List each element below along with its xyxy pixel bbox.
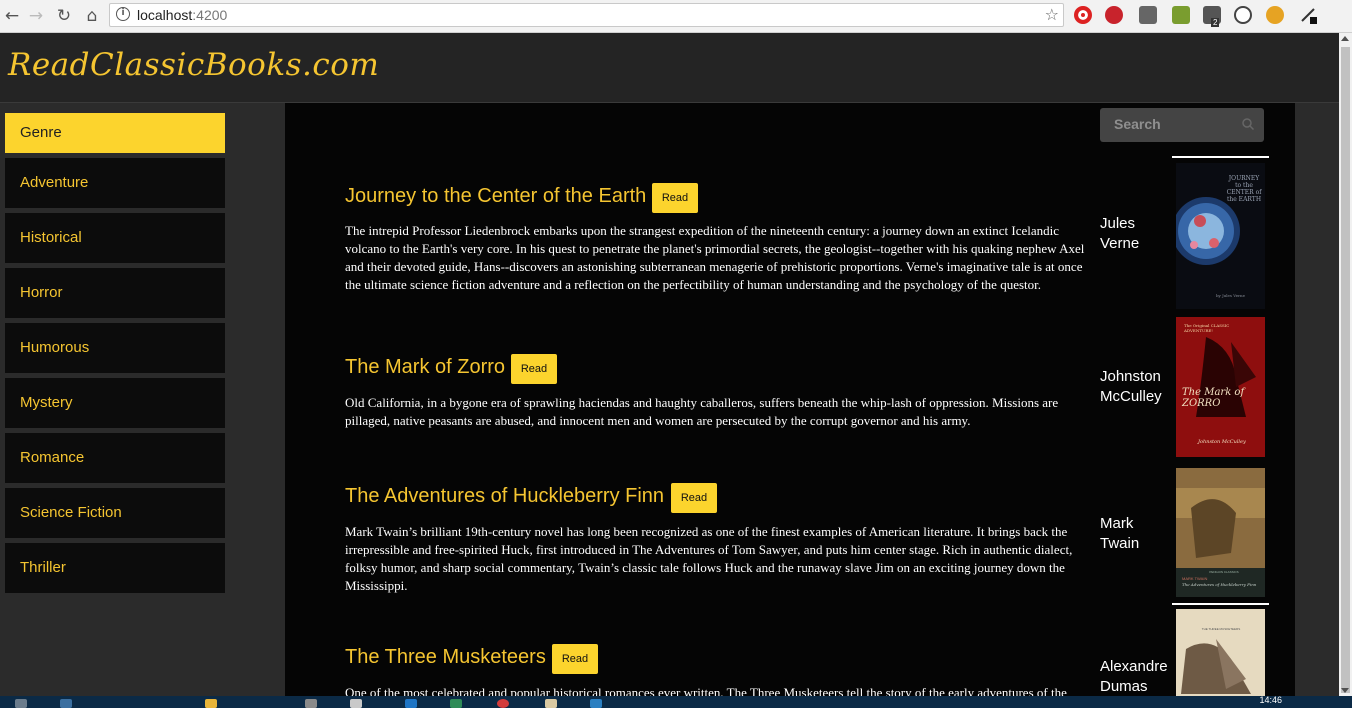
read-button[interactable]: Read [552,644,598,674]
cover-title-text: THE THREE MUSKETEERS [1201,627,1241,631]
info-icon[interactable]: i [116,7,130,21]
sidebar-item-thriller[interactable]: Thriller [5,543,225,593]
book-title[interactable]: The Three Musketeers [345,646,546,669]
scroll-up-icon[interactable] [1341,36,1349,41]
book-author: Alexandre Dumas [1100,658,1168,695]
taskbar-app-icon[interactable] [590,699,602,708]
pen-extension-icon[interactable] [1299,6,1317,24]
color-extension-icon[interactable] [1266,6,1284,24]
sidebar-item-science-fiction[interactable]: Science Fiction [5,488,225,538]
cover-author-text: Johnston McCulley [1198,439,1246,445]
sidebar-item-humorous[interactable]: Humorous [5,323,225,373]
book-description: Old California, in a bygone era of spraw… [345,395,1059,428]
book-description: Mark Twain’s brilliant 19th-century nove… [345,524,1073,593]
content-gutter-left [240,103,285,696]
cover-author-text: MARK TWAIN [1182,576,1208,581]
search-placeholder: Search [1114,116,1161,132]
shield-extension-icon[interactable] [1139,6,1157,24]
book-author: Johnston McCulley [1100,368,1162,405]
book-cover[interactable]: THE THREE MUSKETEERS [1176,609,1265,696]
taskbar-app-icon[interactable] [450,699,462,708]
home-icon[interactable]: ⌂ [80,4,104,28]
book-title[interactable]: Journey to the Center of the Earth [345,185,646,208]
search-input[interactable]: Search [1100,108,1264,142]
sidebar-item-historical[interactable]: Historical [5,213,225,263]
scrollbar-thumb[interactable] [1341,47,1350,693]
cover-title-text: The Mark of ZORRO [1182,387,1245,409]
content-gutter-right [1295,103,1339,696]
start-icon[interactable] [15,699,27,708]
reload-icon[interactable]: ↻ [52,4,76,28]
taskbar-app-icon[interactable] [205,699,217,708]
book-list: Search Journey to the Center of the Eart… [285,103,1295,696]
address-bar[interactable]: i localhost:4200 ☆ [109,3,1064,27]
sidebar-item-horror[interactable]: Horror [5,268,225,318]
site-header: ReadClassicBooks.com [0,33,1339,103]
sidebar-item-adventure[interactable]: Adventure [5,158,225,208]
book-author: Jules Verne [1100,215,1140,252]
taskbar-app-icon[interactable] [405,699,417,708]
leaf-extension-icon[interactable] [1172,6,1190,24]
forward-icon[interactable]: → [24,4,48,28]
taskbar-app-icon[interactable] [305,699,317,708]
divider [1172,156,1269,158]
cover-title-text: JOURNEY to the CENTER of the EARTH [1226,175,1262,203]
book-description: One of the most celebrated and popular h… [345,685,1067,696]
sidebar-item-mystery[interactable]: Mystery [5,378,225,428]
book-title[interactable]: The Adventures of Huckleberry Finn [345,485,664,508]
taskbar-chrome-icon[interactable] [497,699,509,708]
page-scrollbar[interactable] [1339,33,1352,696]
book-cover[interactable]: The Original CLASSIC ADVENTURE! The Mark… [1176,317,1265,457]
search-icon[interactable] [1242,118,1254,130]
read-button[interactable]: Read [511,354,557,384]
pinterest-extension-icon[interactable] [1105,6,1123,24]
star-icon[interactable]: ☆ [1045,5,1059,24]
taskbar-clock[interactable]: 14:46 [1259,695,1282,705]
taskbar-app-icon[interactable] [545,699,557,708]
cover-tagline-text: The Original CLASSIC ADVENTURE! [1184,323,1230,333]
circle-extension-icon[interactable] [1234,6,1252,24]
book-cover[interactable]: PENGUIN CLASSICS MARK TWAIN The Adventur… [1176,468,1265,597]
book-author: Mark Twain [1100,515,1140,552]
sidebar-item-romance[interactable]: Romance [5,433,225,483]
os-taskbar: 14:46 [0,695,1352,708]
book-title[interactable]: The Mark of Zorro [345,356,505,379]
divider [1172,603,1269,605]
book-description: The intrepid Professor Liedenbrock embar… [345,223,1085,292]
taskbar-app-icon[interactable] [350,699,362,708]
genre-sidebar: Genre Adventure Historical Horror Humoro… [0,103,240,696]
read-button[interactable]: Read [652,183,698,213]
url-text: localhost:4200 [137,7,228,23]
book-cover[interactable]: JOURNEY to the CENTER of the EARTH by Ju… [1176,163,1265,309]
cover-series-text: PENGUIN CLASSICS [1209,570,1239,574]
opera-extension-icon[interactable] [1074,6,1092,24]
sidebar-item-genre[interactable]: Genre [5,113,225,153]
cover-author-text: by Jules Verne [1216,293,1245,298]
taskbar-app-icon[interactable] [60,699,72,708]
extension-badge: 2 [1211,18,1220,27]
site-logo[interactable]: ReadClassicBooks.com [8,47,379,83]
cover-title-text: The Adventures of Huckleberry Finn [1182,582,1257,587]
scroll-down-icon[interactable] [1341,688,1349,693]
read-button[interactable]: Read [671,483,717,513]
back-icon[interactable]: ← [0,4,24,28]
browser-toolbar: ← → ↻ ⌂ i localhost:4200 ☆ 2 [0,0,1352,33]
